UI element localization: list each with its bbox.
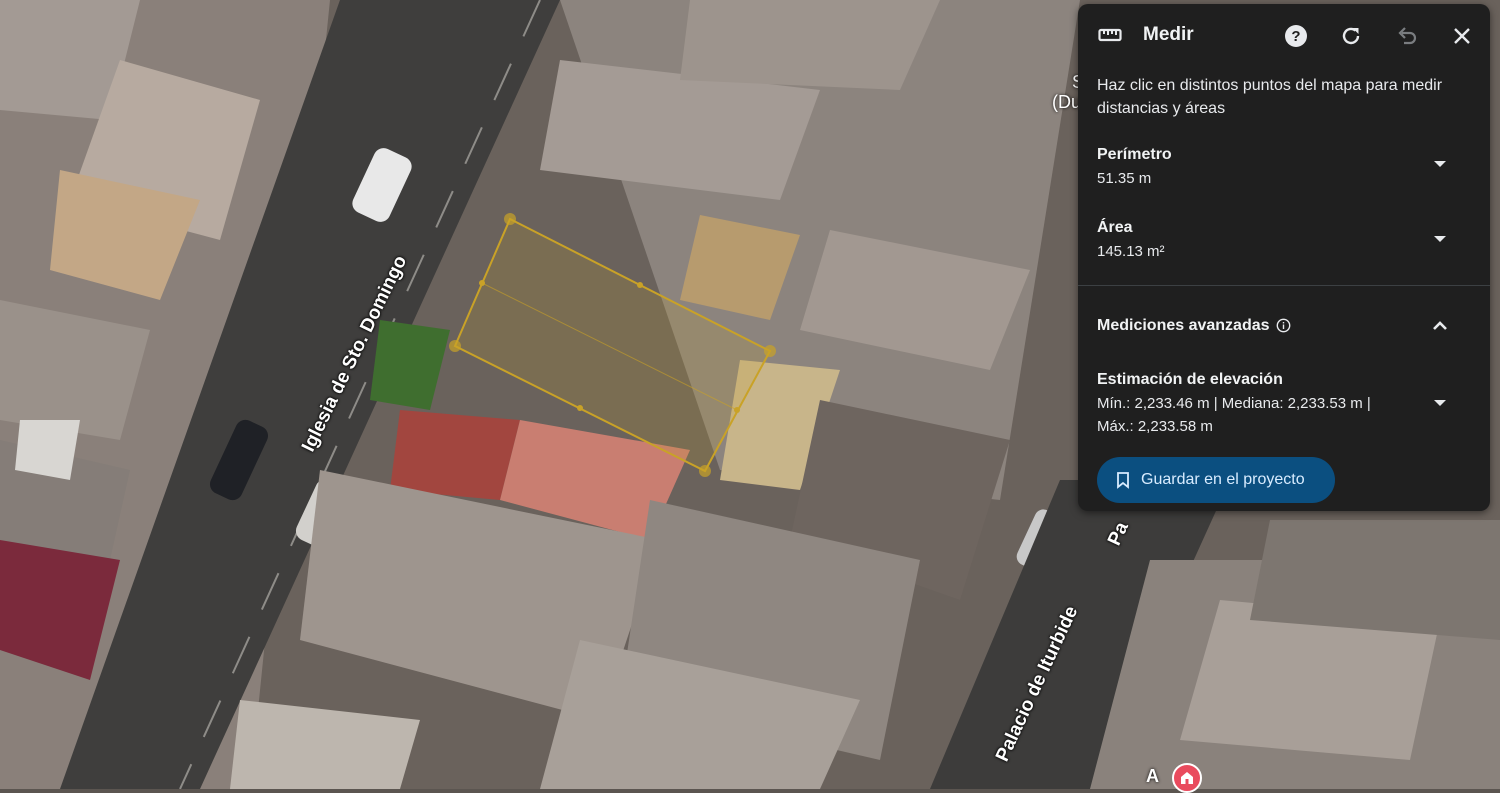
svg-text:?: ? [1291, 28, 1300, 45]
section-divider [1078, 285, 1490, 286]
advanced-measurements-label[interactable]: Mediciones avanzadas [1097, 317, 1270, 335]
undo-icon[interactable] [1393, 22, 1421, 50]
elevation-label: Estimación de elevación [1097, 371, 1283, 388]
marker-a-label[interactable]: A [1146, 766, 1159, 787]
info-icon[interactable] [1276, 318, 1291, 338]
instructions-text: Haz clic en distintos puntos del mapa pa… [1097, 77, 1443, 117]
perimeter-expand-icon[interactable] [1430, 154, 1450, 174]
area-label: Área [1097, 219, 1133, 236]
advanced-collapse-icon[interactable] [1430, 316, 1450, 336]
area-value: 145.13 m² [1097, 243, 1165, 260]
elevation-values: Mín.: 2,233.46 m | Mediana: 2,233.53 m |… [1097, 392, 1397, 438]
perimeter-value: 51.35 m [1097, 170, 1152, 187]
elevation-line-1: Mín.: 2,233.46 m | Mediana: 2,233.53 m | [1097, 395, 1371, 412]
place-label-partial-2: (Du [1052, 92, 1082, 112]
bookmark-icon [1117, 472, 1129, 489]
save-to-project-button[interactable]: Guardar en el proyecto [1097, 457, 1335, 503]
close-icon[interactable] [1448, 22, 1476, 50]
perimeter-label: Perímetro [1097, 146, 1172, 163]
measure-panel: Medir ? Haz clic en distintos puntos del… [1078, 4, 1490, 511]
save-button-label: Guardar en el proyecto [1141, 471, 1305, 488]
help-icon[interactable]: ? [1282, 22, 1310, 50]
area-expand-icon[interactable] [1430, 229, 1450, 249]
ruler-icon [1098, 24, 1122, 51]
refresh-icon[interactable] [1337, 22, 1365, 50]
panel-title: Medir [1143, 24, 1194, 45]
panel-header: Medir ? [1078, 4, 1490, 66]
elevation-line-2: Máx.: 2,233.58 m [1097, 418, 1213, 435]
elevation-expand-icon[interactable] [1430, 393, 1450, 413]
